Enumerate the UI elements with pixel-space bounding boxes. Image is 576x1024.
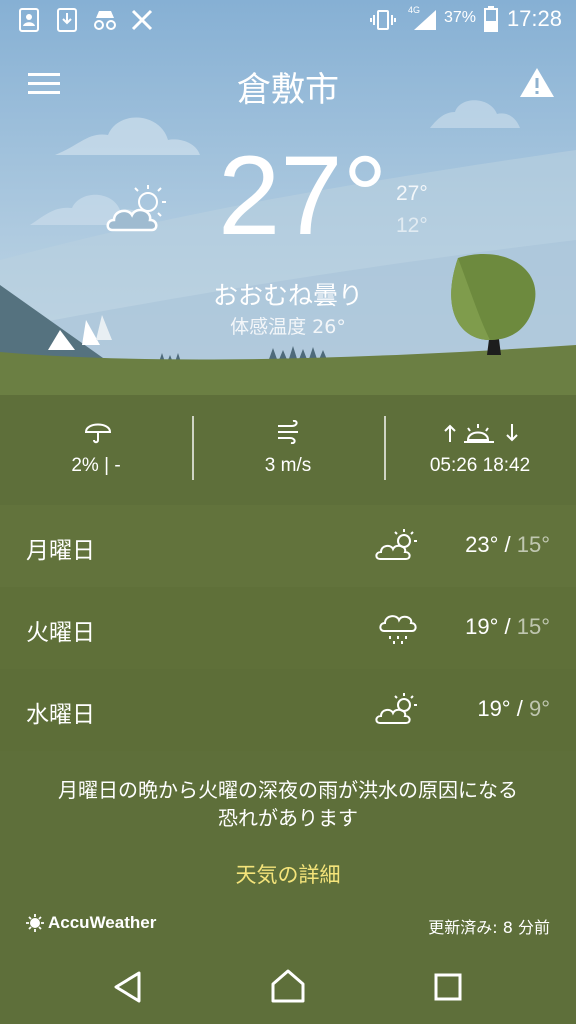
city-title[interactable]: 倉敷市 [0,62,576,111]
weather-details-link[interactable]: 天気の詳細 [0,859,576,889]
forecast-day: 火曜日 [26,620,95,646]
forecast-day: 月曜日 [26,538,95,564]
condition-text: おおむね曇り [212,281,363,310]
contacts-notification-icon [19,8,39,32]
accuweather-brand[interactable]: AccuWeather [48,913,156,933]
partly-cloudy-icon [106,185,166,232]
tools-notification-icon [131,9,153,31]
sunrise-sunset-value: 05:26 18:42 [429,455,531,476]
updated-time: 更新済み: 8 分前 [428,918,550,937]
forecast-temps: 19° / 9° [477,696,550,721]
accuweather-logo-icon [26,914,44,932]
partly-cloudy-icon [375,693,417,724]
forecast-day: 水曜日 [26,702,95,728]
partly-cloudy-icon [375,529,417,560]
sunrise-sunset-icon [444,424,518,443]
today-high: 27° [396,182,428,205]
forecast-temps: 19° / 15° [465,614,550,639]
rain-cloud-icon [379,615,417,644]
battery-percent: 37% [444,9,477,26]
vibrate-icon [370,10,396,30]
weather-alert: 月曜日の晩から火曜の深夜の雨が洪水の原因になる 恐れがあります [0,776,576,832]
back-icon[interactable] [112,970,144,1004]
today-low: 12° [396,214,428,237]
status-bar: 4G 37% 17:28 [0,0,576,40]
wind-value: 3 m/s [264,455,312,476]
precipitation-value: 2% | - [71,455,121,476]
download-notification-icon [57,8,77,32]
warning-icon[interactable] [519,66,555,98]
alert-line: 恐れがあります [218,806,358,830]
wind-icon [278,420,298,444]
alert-line: 月曜日の晩から火曜の深夜の雨が洪水の原因になる [58,778,518,802]
incognito-notification-icon [94,11,116,30]
umbrella-icon [84,423,112,444]
clock: 17:28 [506,6,562,31]
current-temperature: 27° [218,133,388,258]
battery-icon [484,6,498,32]
signal-icon [414,10,436,30]
forecast-row[interactable]: 水曜日 19° / 9° [0,669,576,751]
feels-like: 体感温度 26° [230,316,346,338]
home-icon[interactable] [270,968,306,1004]
forecast-row[interactable]: 月曜日 23° / 15° [0,505,576,587]
forecast-row[interactable]: 火曜日 19° / 15° [0,587,576,669]
forecast-temps: 23° / 15° [465,532,550,557]
recent-apps-icon[interactable] [434,973,462,1001]
